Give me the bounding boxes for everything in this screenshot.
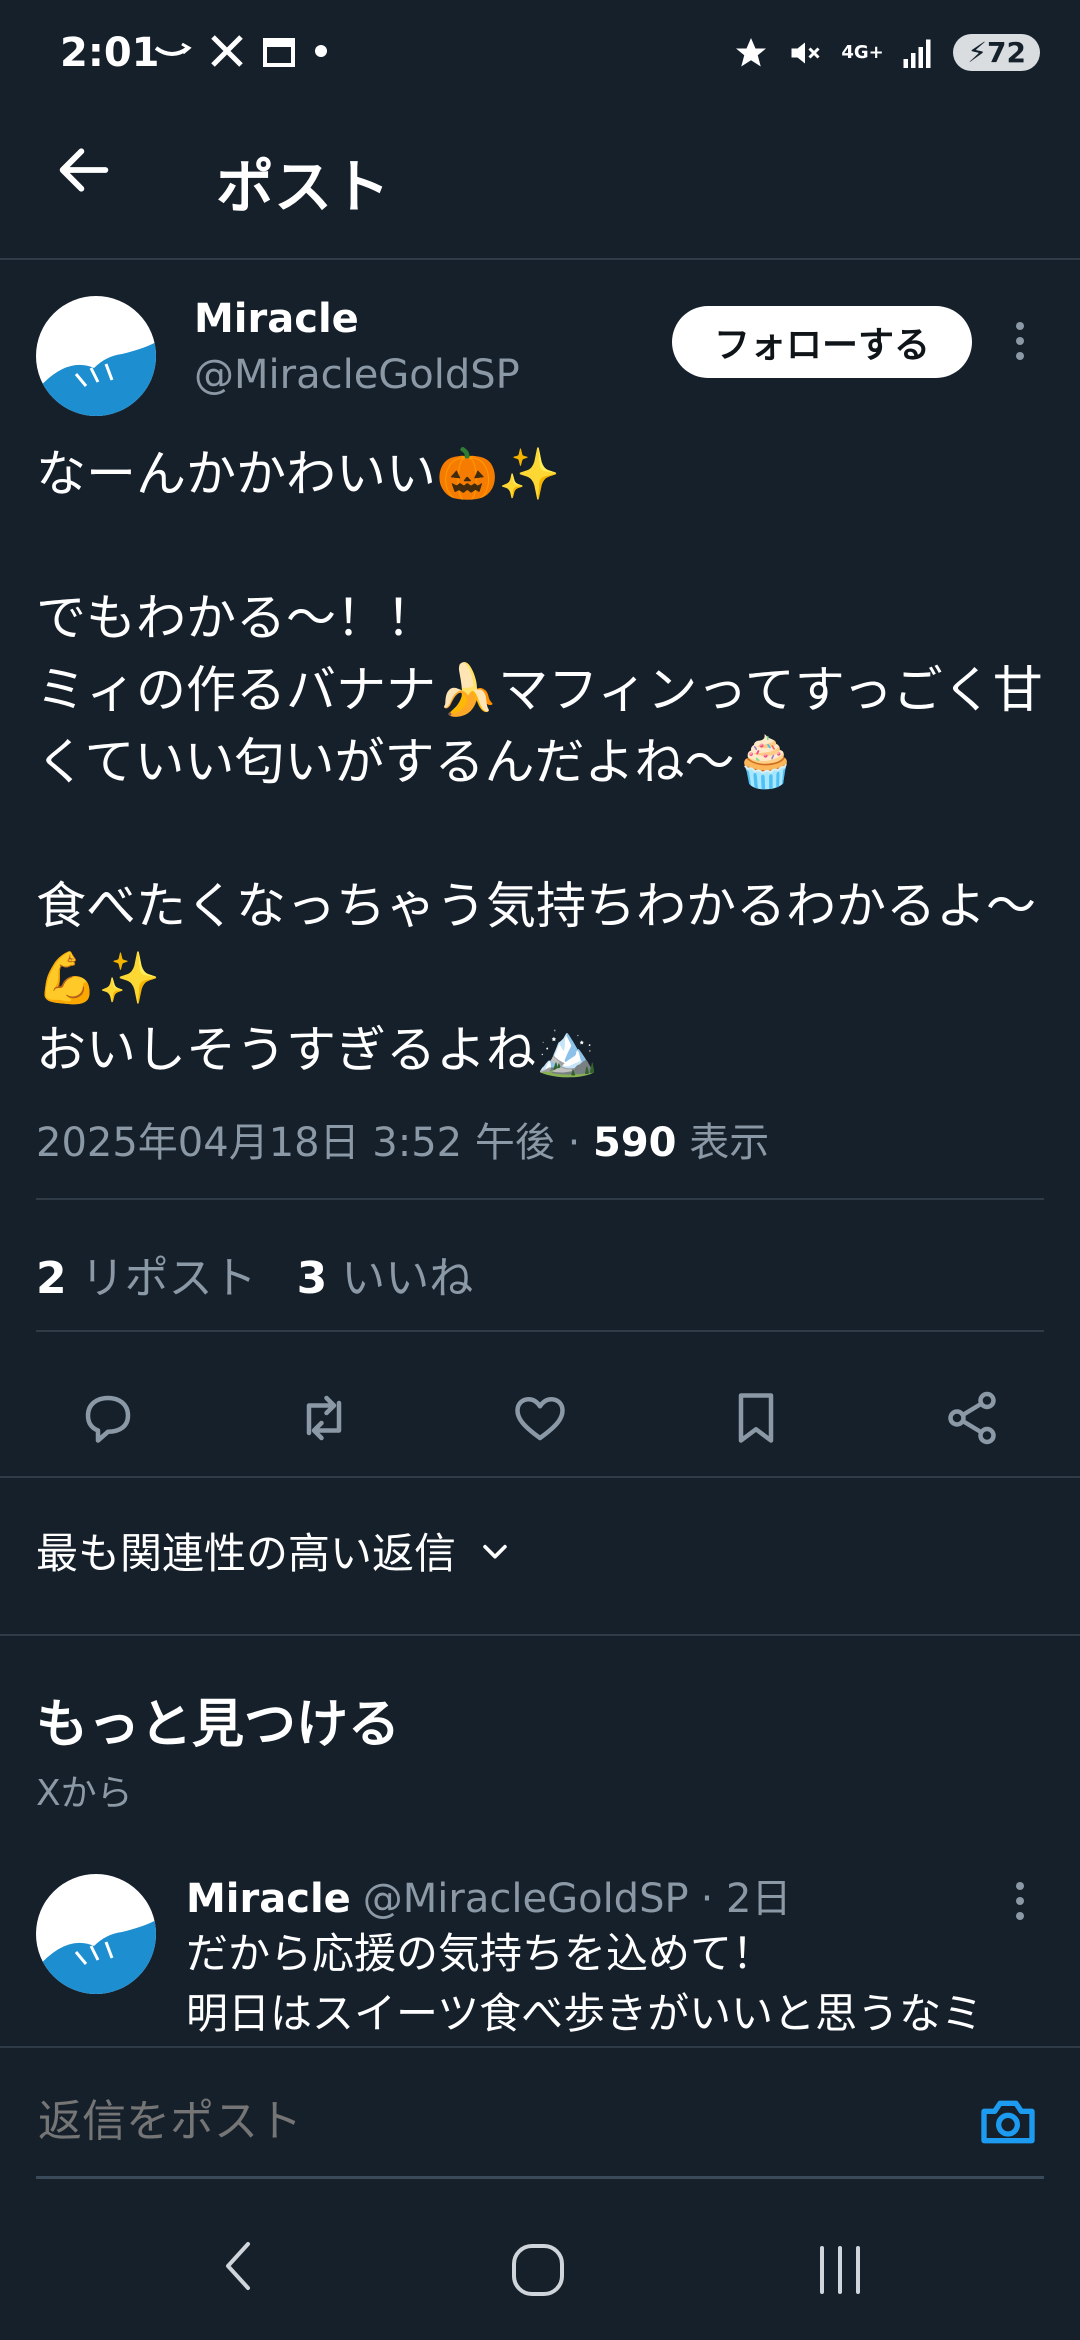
reply-input-underline <box>36 2176 1044 2179</box>
repost-button[interactable] <box>252 1388 396 1448</box>
mute-icon <box>791 42 820 63</box>
4g-icon: 4G+ <box>841 41 884 63</box>
reply-sort-dropdown[interactable]: 最も関連性の高い返信 <box>36 1520 512 1581</box>
bookmark-button[interactable] <box>684 1388 828 1448</box>
battery-level: 72 <box>987 36 1026 69</box>
reply-button[interactable] <box>36 1388 180 1448</box>
nav-back-icon <box>226 2242 250 2290</box>
views-count: 590 <box>593 1120 677 1166</box>
meta-separator: · <box>567 1120 594 1166</box>
nav-home-icon <box>512 2244 564 2296</box>
status-icons-left <box>152 34 328 68</box>
divider <box>36 1198 1044 1200</box>
reposts-count: 2 <box>36 1253 67 1304</box>
post-stats: 2 リポスト 3 いいね <box>36 1242 473 1306</box>
arrow-left-icon <box>59 148 109 192</box>
share-button[interactable] <box>900 1388 1044 1448</box>
calendar-icon <box>263 38 295 67</box>
dot-icon <box>315 45 327 57</box>
divider <box>0 1476 1080 1478</box>
star-icon <box>736 37 767 66</box>
author-handle[interactable]: @MiracleGoldSP <box>194 352 520 398</box>
battery-indicator: ⚡72 <box>953 34 1040 71</box>
avatar-image <box>36 342 156 416</box>
discover-item-age: · 2日 <box>700 1876 792 1922</box>
camera-icon <box>981 2100 1035 2144</box>
discover-heading: もっと見つける <box>36 1695 401 1755</box>
likes-count: 3 <box>296 1253 328 1304</box>
camera-button[interactable] <box>976 2090 1040 2158</box>
page-title: ポスト <box>216 153 391 221</box>
reply-sort-label: 最も関連性の高い返信 <box>36 1529 457 1578</box>
discover-subheading: Xから <box>36 1773 133 1814</box>
like-button[interactable] <box>468 1388 612 1448</box>
signal-icon <box>903 39 931 68</box>
divider <box>0 1634 1080 1636</box>
more-vertical-icon <box>1016 1882 1024 1920</box>
discover-item-header: Miracle @MiracleGoldSP · 2日 <box>186 1866 1026 1924</box>
divider <box>36 1330 1044 1332</box>
likes-label: いいね <box>341 1253 474 1304</box>
post-meta: 2025年04月18日 3:52 午後 · 590 表示 <box>36 1110 769 1168</box>
avatar[interactable] <box>36 1874 156 1994</box>
nav-back-button[interactable] <box>216 2236 260 2300</box>
reply-icon <box>85 1395 131 1443</box>
x-logo-icon <box>211 35 243 67</box>
amazon-smile-icon <box>154 42 192 56</box>
reply-input[interactable] <box>36 2096 920 2148</box>
discover-author-name[interactable]: Miracle <box>186 1876 351 1922</box>
reposts-label: リポスト <box>80 1253 257 1304</box>
repost-icon <box>306 1395 342 1441</box>
status-time: 2:01 <box>60 30 160 76</box>
nav-home-button[interactable] <box>510 2242 566 2302</box>
follow-button[interactable]: フォローする <box>672 306 972 378</box>
post-text: なーんかかわいい🎃✨ でもわかる〜！！ ミィの作るバナナ🍌マフィンってすっごく甘… <box>36 445 1043 1079</box>
share-icon <box>948 1391 996 1445</box>
nav-recents-icon <box>820 2246 860 2294</box>
back-button[interactable] <box>52 138 116 202</box>
chevron-down-icon <box>483 1544 507 1559</box>
status-bar: 2:01 4G+ ⚡72 <box>0 0 1080 110</box>
like-icon <box>515 1397 565 1441</box>
status-icons-right: 4G+ ⚡72 <box>733 34 1040 71</box>
post-timestamp[interactable]: 2025年04月18日 3:52 午後 <box>36 1120 555 1166</box>
reposts-stat[interactable]: 2 リポスト <box>36 1242 257 1306</box>
more-vertical-icon <box>1016 322 1024 360</box>
action-bar <box>36 1368 1044 1468</box>
avatar[interactable] <box>36 296 156 416</box>
top-app-bar <box>0 110 1080 260</box>
avatar-image <box>36 1920 156 1994</box>
author-name[interactable]: Miracle <box>194 296 359 342</box>
discover-item-text[interactable]: だから応援の気持ちを込めて！ 明日はスイーツ食べ歩きがいいと思うなミ <box>186 1924 1066 2044</box>
likes-stat[interactable]: 3 いいね <box>297 1242 474 1306</box>
nav-recents-button[interactable] <box>816 2244 864 2300</box>
more-options-button[interactable] <box>1008 316 1032 377</box>
bookmark-icon <box>738 1393 774 1443</box>
views-label: 表示 <box>689 1120 770 1166</box>
discover-author-handle[interactable]: @MiracleGoldSP <box>363 1876 689 1922</box>
charging-icon: ⚡ <box>967 36 988 69</box>
